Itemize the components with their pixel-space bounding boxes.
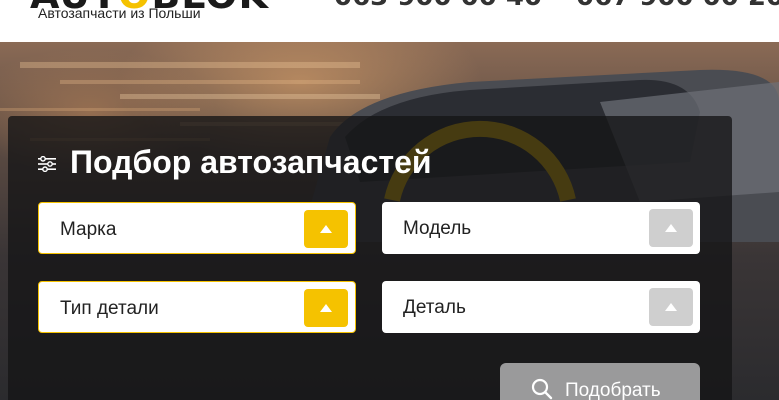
caret-up-icon	[320, 225, 332, 233]
site-tagline: Автозапчасти из Польши	[38, 5, 201, 21]
part-type-select-label: Тип детали	[60, 298, 159, 319]
model-select-label: Модель	[403, 218, 472, 239]
brand-select-label: Марка	[60, 219, 117, 240]
part-type-select[interactable]: Тип детали	[38, 281, 356, 333]
phone-number-1[interactable]: 063 900 00 40	[334, 0, 542, 10]
submit-search-label: Подобрать	[565, 380, 661, 400]
brand-select-toggle[interactable]	[304, 210, 348, 248]
model-select-toggle[interactable]	[649, 209, 693, 247]
part-select[interactable]: Деталь	[382, 281, 700, 333]
search-icon	[531, 378, 553, 400]
caret-up-icon	[665, 303, 677, 311]
brand-select[interactable]: Марка	[38, 202, 356, 254]
parts-search-panel: Подбор автозапчастей Марка Модель Тип де…	[8, 116, 732, 400]
panel-title: Подбор автозапчастей	[70, 144, 432, 180]
site-header: AUTOBLOK Автозапчасти из Польши 063 900 …	[0, 0, 779, 42]
submit-search-button[interactable]: Подобрать	[500, 363, 700, 400]
part-type-select-toggle[interactable]	[304, 289, 348, 327]
part-select-label: Деталь	[403, 297, 466, 318]
filter-sliders-icon	[38, 156, 56, 172]
caret-up-icon	[665, 224, 677, 232]
phone-number-2[interactable]: 067 900 00 20	[576, 0, 779, 10]
part-select-toggle[interactable]	[649, 288, 693, 326]
model-select[interactable]: Модель	[382, 202, 700, 254]
caret-up-icon	[320, 304, 332, 312]
